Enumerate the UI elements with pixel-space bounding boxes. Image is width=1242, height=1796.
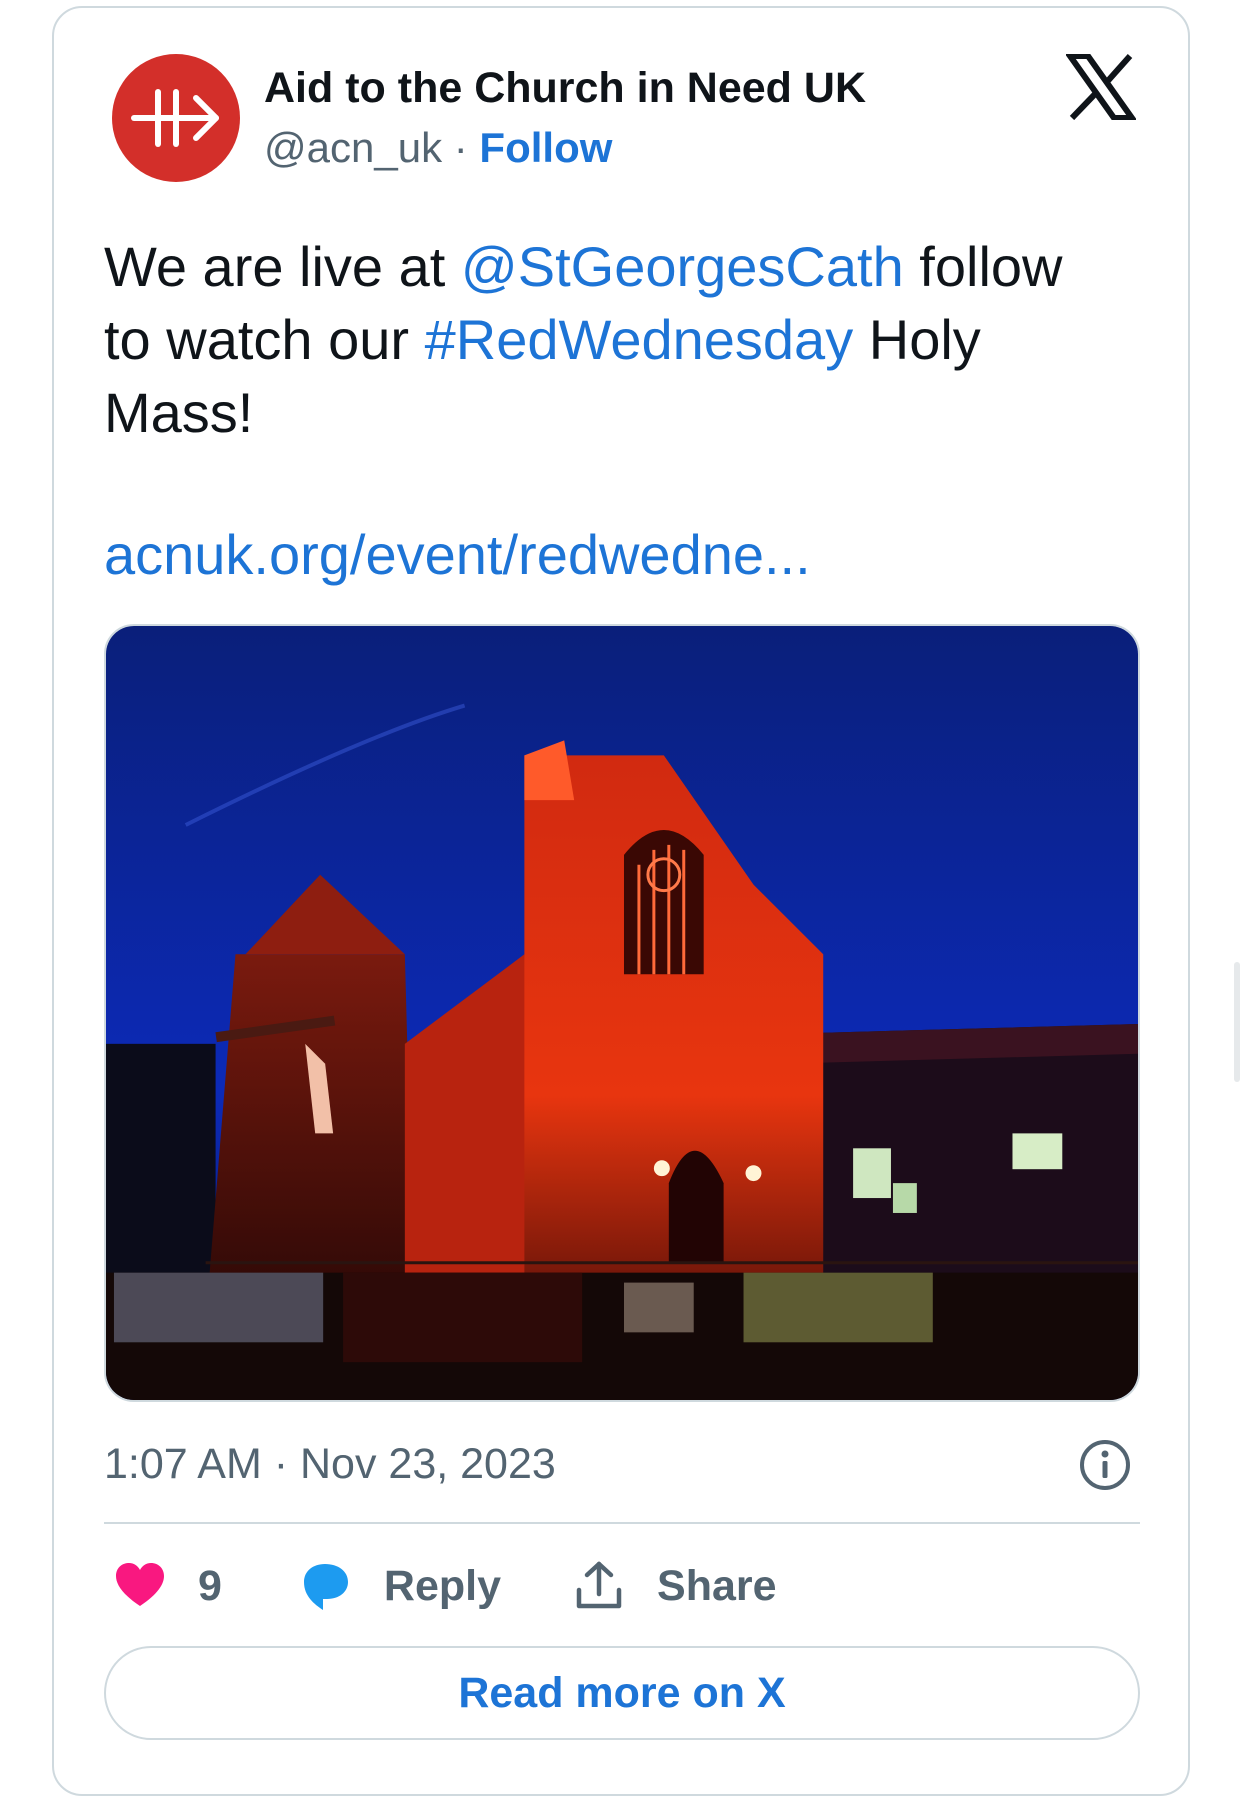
- cathedral-photo: [106, 626, 1138, 1400]
- timestamp-separator: ·: [273, 1440, 289, 1488]
- tweet-card: Aid to the Church in Need UK @acn_uk · F…: [52, 6, 1190, 1796]
- author-name[interactable]: Aid to the Church in Need UK: [264, 64, 866, 113]
- mention-link[interactable]: @StGeorgesCath: [461, 235, 904, 298]
- share-upload-icon: [576, 1561, 622, 1609]
- handle-separator: ·: [453, 124, 468, 171]
- tweet-text: We are live at @StGeorgesCath follow to …: [104, 230, 1124, 449]
- like-count: 9: [198, 1561, 222, 1610]
- author-handle[interactable]: @acn_uk: [264, 124, 442, 171]
- tweet-text-part1: We are live at: [104, 235, 461, 298]
- tweet-timestamp[interactable]: 1:07 AM · Nov 23, 2023: [104, 1440, 556, 1489]
- heart-icon: [116, 1563, 164, 1606]
- divider: [104, 1522, 1140, 1524]
- follow-button[interactable]: Follow: [479, 124, 612, 171]
- info-icon[interactable]: [1078, 1438, 1132, 1492]
- scrollbar[interactable]: [1234, 962, 1240, 1082]
- author-handle-row: @acn_uk · Follow: [264, 124, 612, 172]
- reply-button[interactable]: Reply: [298, 1558, 501, 1614]
- hashtag-link[interactable]: #RedWednesday: [425, 308, 854, 371]
- x-logo-icon[interactable]: [1066, 54, 1136, 120]
- tweet-url-link[interactable]: acnuk.org/event/redwedne...: [104, 522, 811, 587]
- read-more-button[interactable]: Read more on X: [104, 1646, 1140, 1740]
- acn-cross-logo-icon: [131, 89, 219, 147]
- speech-bubble-icon: [303, 1564, 348, 1610]
- share-label: Share: [657, 1561, 777, 1610]
- share-button[interactable]: Share: [571, 1558, 777, 1614]
- reply-label: Reply: [383, 1561, 502, 1610]
- like-button[interactable]: 9: [112, 1558, 222, 1614]
- tweet-time: 1:07 AM: [104, 1440, 262, 1488]
- tweet-photo[interactable]: [104, 624, 1140, 1402]
- avatar[interactable]: [112, 54, 240, 182]
- tweet-actions: 9 Reply Share: [104, 1556, 777, 1616]
- tweet-date: Nov 23, 2023: [300, 1440, 556, 1488]
